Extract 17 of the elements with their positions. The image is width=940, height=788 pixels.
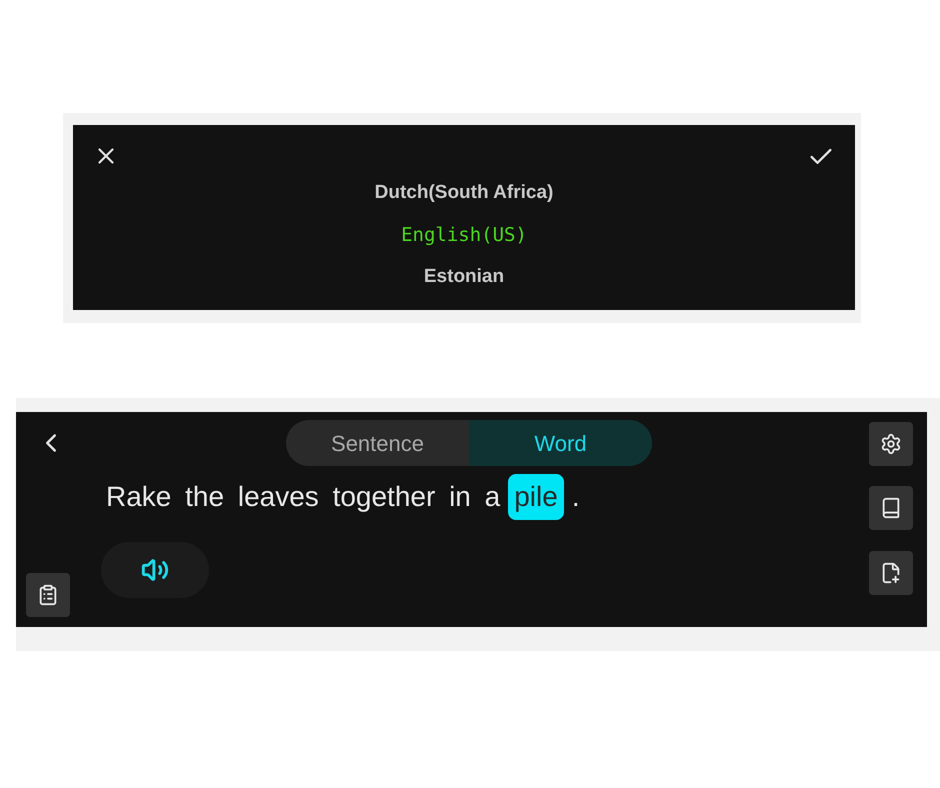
sentence-text: Rake the leaves together in a <box>106 480 500 514</box>
clipboard-icon <box>37 584 59 606</box>
mode-tab[interactable]: Word <box>469 420 652 466</box>
settings-icon <box>880 433 902 455</box>
speaker-icon <box>141 556 169 584</box>
settings-button[interactable] <box>869 422 913 466</box>
sentence-text: . <box>572 480 580 514</box>
language-option[interactable]: Dutch(South Africa) <box>374 181 554 205</box>
language-option[interactable]: English(US) <box>401 223 527 247</box>
clipboard-button[interactable] <box>26 573 70 617</box>
add-note-button[interactable] <box>869 551 913 595</box>
document-plus-icon <box>880 562 902 584</box>
book-icon <box>880 497 902 519</box>
book-button[interactable] <box>869 486 913 530</box>
mode-tab[interactable]: Sentence <box>286 420 469 466</box>
language-option[interactable]: Estonian <box>424 265 504 289</box>
highlighted-word: pile <box>508 474 564 520</box>
